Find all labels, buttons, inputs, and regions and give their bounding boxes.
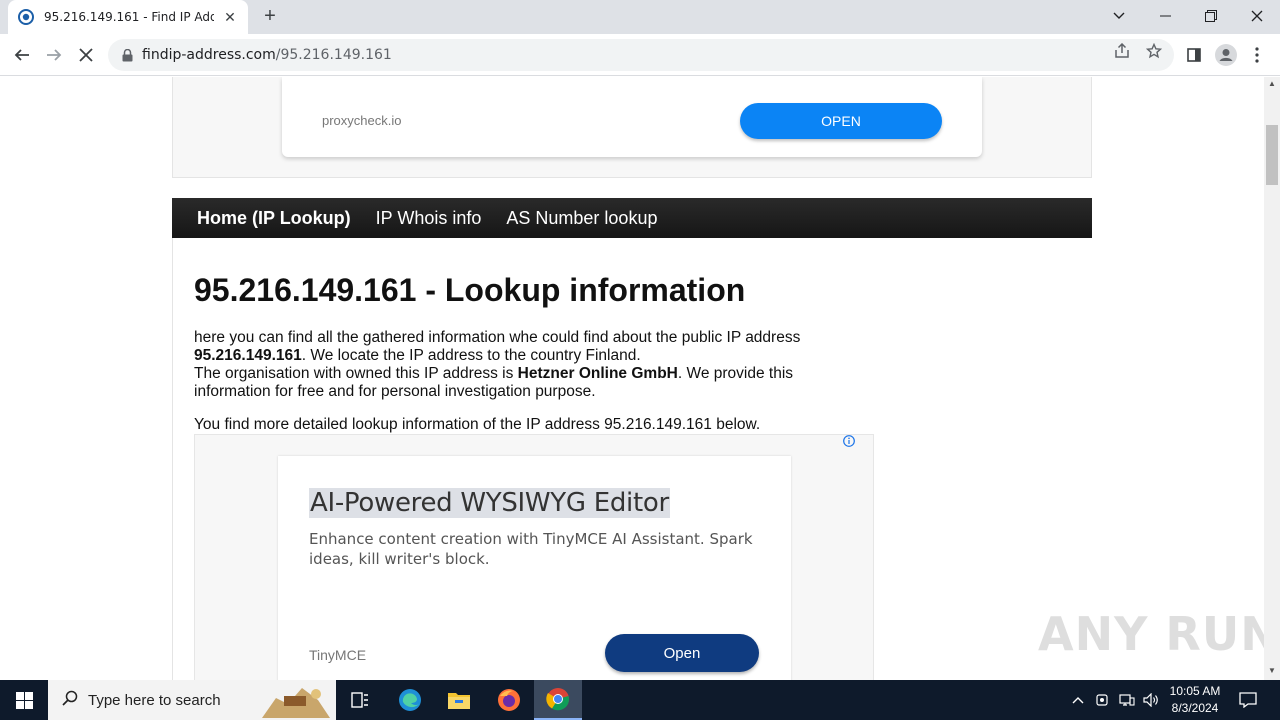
tab-title: 95.216.149.161 - Find IP Address (44, 10, 214, 24)
search-icon (62, 690, 78, 711)
ad-domain: proxycheck.io (322, 113, 402, 128)
anyrun-watermark: ANY RUN (1038, 607, 1264, 661)
close-window-button[interactable] (1234, 0, 1280, 32)
task-view-icon[interactable] (336, 680, 384, 720)
edge-browser-icon[interactable] (386, 680, 434, 720)
organisation-bold: Hetzner Online GmbH (517, 365, 678, 382)
profile-avatar-icon[interactable] (1214, 43, 1238, 67)
scrollbar-thumb[interactable] (1266, 125, 1278, 185)
site-navbar: Home (IP Lookup) IP Whois info AS Number… (172, 198, 1092, 238)
nav-as-number-lookup[interactable]: AS Number lookup (506, 208, 657, 229)
notification-icon[interactable] (1234, 680, 1262, 720)
taskbar-clock[interactable]: 10:05 AM 8/3/2024 (1160, 683, 1230, 717)
top-ad-banner: proxycheck.io OPEN (172, 77, 1092, 178)
page-viewport: proxycheck.io OPEN Home (IP Lookup) IP W… (0, 77, 1264, 680)
ad-description: Enhance content creation with TinyMCE AI… (309, 530, 753, 568)
address-bar[interactable]: findip-address.com/95.216.149.161 (108, 39, 1174, 71)
taskbar-search[interactable]: Type here to search (48, 680, 336, 720)
page-scrollbar[interactable]: ▲ ▼ (1264, 77, 1280, 680)
search-placeholder: Type here to search (88, 691, 221, 709)
tab-close-icon[interactable]: ✕ (222, 9, 238, 25)
ad-brand: TinyMCE (309, 647, 367, 663)
lock-icon[interactable] (120, 48, 134, 62)
menu-kebab-icon[interactable] (1245, 43, 1269, 67)
search-highlight-icon (258, 682, 334, 723)
scroll-up-arrow-icon[interactable]: ▲ (1264, 79, 1280, 91)
bookmark-star-icon[interactable] (1144, 41, 1164, 61)
tab-search-icon[interactable] (1096, 0, 1142, 32)
security-tray-icon[interactable] (1092, 680, 1112, 720)
back-button[interactable] (9, 42, 35, 68)
ip-address-bold: 95.216.149.161 (194, 347, 302, 364)
clock-date: 8/3/2024 (1171, 701, 1219, 715)
ad-open-button[interactable]: OPEN (740, 103, 942, 139)
network-icon[interactable] (1116, 680, 1138, 720)
minimize-button[interactable] (1142, 0, 1188, 32)
share-icon[interactable] (1112, 41, 1132, 61)
middle-ad-card[interactable]: AI-Powered WYSIWYG Editor Enhance conten… (278, 456, 791, 680)
ad-headline[interactable]: AI-Powered WYSIWYG Editor (309, 488, 670, 518)
restore-button[interactable] (1188, 0, 1234, 32)
nav-ip-whois[interactable]: IP Whois info (376, 208, 482, 229)
forward-button[interactable] (41, 42, 67, 68)
intro-paragraph: here you can find all the gathered infor… (194, 329, 801, 400)
ad-info-icon[interactable] (843, 435, 857, 449)
site-favicon-icon (18, 9, 34, 25)
stop-loading-button[interactable] (73, 42, 99, 68)
tray-chevron-icon[interactable] (1068, 680, 1088, 720)
top-ad-card[interactable]: proxycheck.io OPEN (282, 77, 982, 157)
chrome-icon[interactable] (534, 680, 582, 720)
scroll-down-arrow-icon[interactable]: ▼ (1264, 666, 1280, 678)
browser-toolbar: findip-address.com/95.216.149.161 (0, 34, 1280, 76)
nav-home-ip-lookup[interactable]: Home (IP Lookup) (197, 208, 351, 229)
browser-tab[interactable]: 95.216.149.161 - Find IP Address ✕ (8, 0, 248, 34)
firefox-icon[interactable] (485, 680, 533, 720)
new-tab-button[interactable]: + (258, 5, 282, 29)
clock-time: 10:05 AM (1169, 684, 1221, 698)
url-text: findip-address.com/95.216.149.161 (142, 47, 392, 63)
tab-strip: 95.216.149.161 - Find IP Address ✕ + (0, 0, 1280, 34)
more-info-text: You find more detailed lookup informatio… (194, 416, 761, 433)
middle-ad: AI-Powered WYSIWYG Editor Enhance conten… (194, 434, 874, 680)
volume-icon[interactable] (1140, 680, 1162, 720)
windows-start-icon[interactable] (0, 680, 48, 720)
file-explorer-icon[interactable] (435, 680, 483, 720)
windows-taskbar: Type here to search 10:05 AM 8/3/2024 (0, 680, 1280, 720)
ad-open-button-2[interactable]: Open (605, 634, 759, 672)
side-panel-icon[interactable] (1182, 43, 1206, 67)
page-title: 95.216.149.161 - Lookup information (194, 272, 746, 308)
